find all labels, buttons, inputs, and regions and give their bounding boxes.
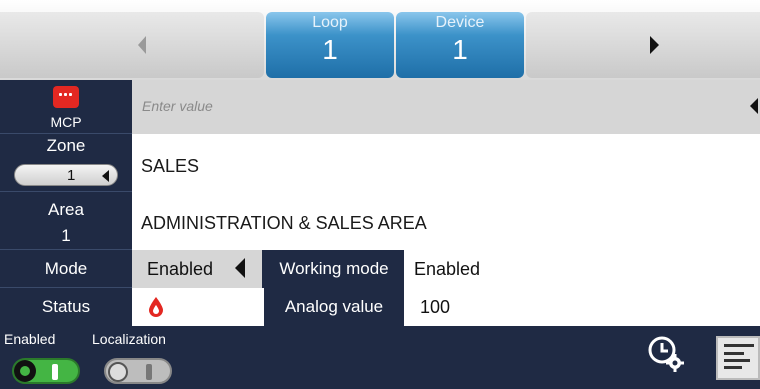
localization-label: Localization: [92, 331, 166, 347]
enabled-toggle-bar: [52, 364, 58, 380]
previous-button[interactable]: [0, 12, 264, 78]
mode-label: Mode: [44, 259, 88, 278]
value-input[interactable]: Enter value: [132, 80, 760, 134]
zone-label: Zone: [46, 136, 86, 155]
analog-value-label: Analog value: [264, 288, 404, 326]
status-drop-icon: [149, 297, 163, 317]
zone-name: SALES: [141, 156, 200, 176]
working-mode-value: Enabled: [404, 250, 760, 288]
zone-selector[interactable]: 1: [14, 164, 118, 186]
enabled-label: Enabled: [4, 331, 56, 347]
zone-selector-arrow-icon: [102, 170, 109, 182]
area-label: Area: [48, 200, 84, 219]
loop-tab-label: Loop: [312, 14, 348, 31]
status-label: Status: [41, 297, 91, 316]
device-tab[interactable]: Device 1: [396, 12, 524, 78]
next-arrow-icon: [650, 36, 659, 54]
loop-tab-value: 1: [322, 34, 338, 65]
enabled-toggle[interactable]: [12, 358, 80, 384]
zone-selector-value: 1: [67, 167, 76, 184]
area-cell: Area 1: [0, 192, 132, 250]
device-tab-value: 1: [452, 34, 468, 65]
localization-toggle[interactable]: [104, 358, 172, 384]
value-input-placeholder: Enter value: [142, 98, 213, 114]
mode-cell: Mode: [0, 250, 132, 288]
loop-tab[interactable]: Loop 1: [266, 12, 394, 78]
localization-toggle-knob: [108, 362, 128, 382]
mcp-icon: [53, 86, 79, 108]
analog-value: 100: [404, 288, 760, 326]
previous-arrow-icon: [138, 36, 146, 54]
status-cell: Status: [0, 288, 132, 326]
device-tab-label: Device: [435, 14, 485, 31]
area-name: ADMINISTRATION & SALES AREA: [141, 213, 427, 233]
info-panel-icon[interactable]: [716, 336, 760, 380]
mode-selector-value: Enabled: [147, 259, 214, 279]
clock-settings-icon[interactable]: [648, 336, 684, 372]
enabled-toggle-knob: [14, 360, 36, 382]
working-mode-label: Working mode: [264, 250, 404, 288]
value-input-arrow-icon[interactable]: [750, 98, 758, 114]
localization-toggle-bar: [146, 364, 152, 380]
mode-selector-arrow-icon: [235, 258, 245, 278]
next-button[interactable]: [526, 12, 760, 78]
area-value: 1: [61, 226, 71, 245]
device-type-label: MCP: [50, 114, 82, 130]
